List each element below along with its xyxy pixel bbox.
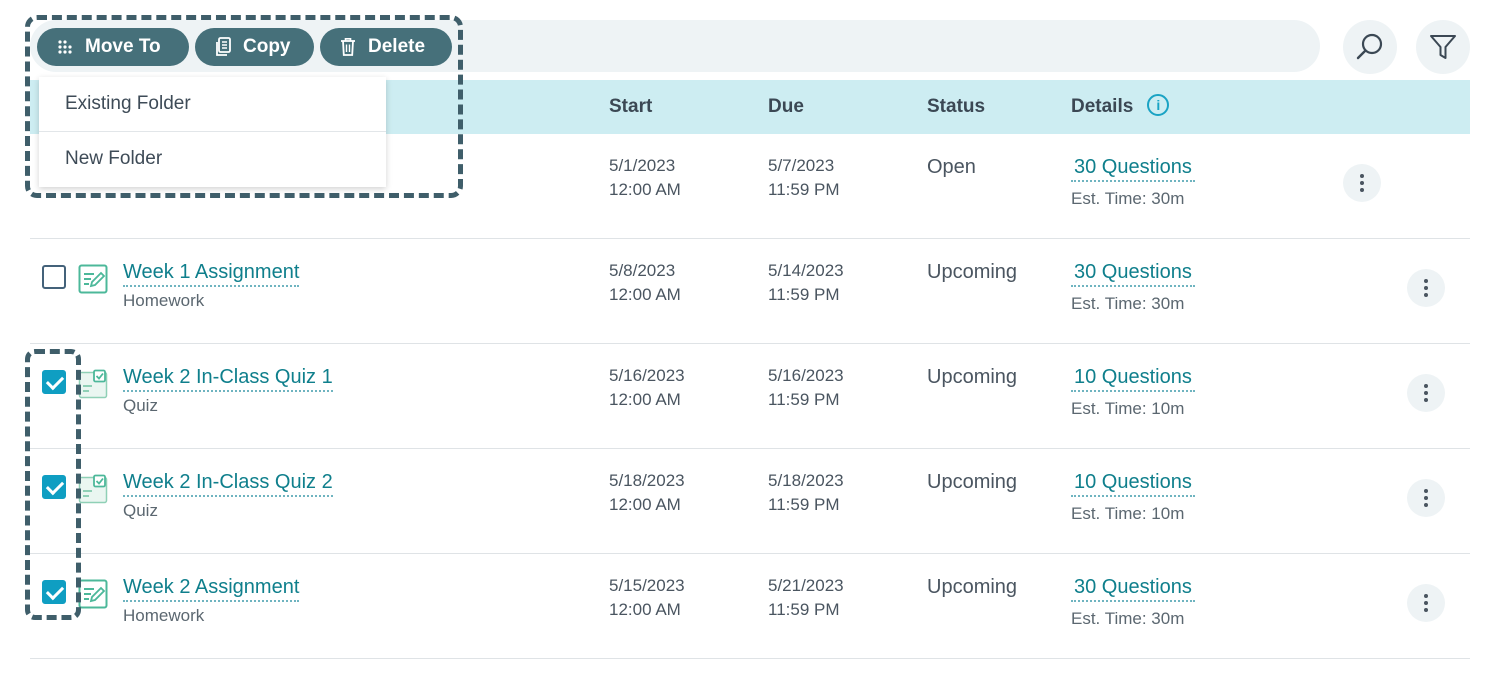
estimated-time: Est. Time: 10m [1071,504,1185,523]
start-datetime: 5/15/2023 12:00 AM [609,574,685,622]
column-header-details-label: Details [1071,96,1134,117]
estimated-time: Est. Time: 30m [1071,294,1185,313]
start-datetime: 5/18/2023 12:00 AM [609,469,685,517]
estimated-time: Est. Time: 30m [1071,189,1185,208]
info-icon[interactable]: i [1147,93,1170,116]
due-date: 5/14/2023 [768,261,844,280]
quiz-icon [78,369,108,399]
estimated-time: Est. Time: 30m [1071,609,1185,628]
questions-link[interactable]: 30 Questions [1071,261,1195,287]
more-vertical-icon[interactable] [1407,479,1445,517]
start-date: 5/8/2023 [609,261,676,280]
assignment-type: Quiz [123,501,158,520]
copy-icon [213,37,233,57]
table-row: Week 1 Assignment Homework 5/8/2023 12:00… [30,239,1470,344]
start-time: 12:00 AM [609,495,681,514]
filter-icon [1430,35,1456,59]
status-text: Upcoming [927,471,1018,493]
start-date: 5/15/2023 [609,576,685,595]
due-time: 11:59 PM [768,390,840,409]
assignment-type: Homework [123,291,205,310]
column-header-due[interactable]: Due [768,80,804,134]
move-to-dropdown: Existing Folder New Folder [39,77,386,187]
homework-icon [78,264,108,294]
more-vertical-icon[interactable] [1343,164,1381,202]
start-datetime: 5/16/2023 12:00 AM [609,364,685,412]
questions-link[interactable]: 10 Questions [1071,366,1195,392]
trash-icon [338,37,358,57]
questions-link[interactable]: 30 Questions [1071,156,1195,182]
copy-button[interactable]: Copy [195,28,314,66]
due-time: 11:59 PM [768,285,840,304]
search-icon [1356,33,1383,60]
due-datetime: 5/18/2023 11:59 PM [768,469,844,517]
due-datetime: 5/7/2023 11:59 PM [768,154,840,202]
assignment-title-link[interactable]: Week 2 In-Class Quiz 1 [123,366,333,392]
start-date: 5/16/2023 [609,366,685,385]
row-checkbox[interactable] [42,580,66,604]
assignment-title-link[interactable]: Week 2 Assignment [123,576,300,602]
status-text: Upcoming [927,576,1018,598]
due-date: 5/16/2023 [768,366,844,385]
move-to-button[interactable]: Move To [37,28,189,66]
questions-link[interactable]: 10 Questions [1071,471,1195,497]
homework-icon [78,579,108,609]
row-checkbox[interactable] [42,370,66,394]
assignment-type: Homework [123,606,205,625]
start-time: 12:00 AM [609,600,681,619]
table-row: Week 2 In-Class Quiz 1 Quiz 5/16/2023 12:… [30,344,1470,449]
table-row: Week 2 Assignment Homework 5/15/2023 12:0… [30,554,1470,659]
delete-label: Delete [368,36,426,57]
due-datetime: 5/21/2023 11:59 PM [768,574,844,622]
status-text: Upcoming [927,366,1018,388]
due-time: 11:59 PM [768,180,840,199]
due-date: 5/18/2023 [768,471,844,490]
due-date: 5/21/2023 [768,576,844,595]
more-vertical-icon[interactable] [1407,269,1445,307]
more-vertical-icon[interactable] [1407,374,1445,412]
estimated-time: Est. Time: 10m [1071,399,1185,418]
move-to-label: Move To [85,36,161,57]
status-text: Open [927,156,976,178]
table-row: Week 2 In-Class Quiz 2 Quiz 5/18/2023 12:… [30,449,1470,554]
start-date: 5/1/2023 [609,156,676,175]
due-date: 5/7/2023 [768,156,835,175]
questions-link[interactable]: 30 Questions [1071,576,1195,602]
quiz-icon [78,474,108,504]
start-time: 12:00 AM [609,390,681,409]
assignment-title-link[interactable]: Week 1 Assignment [123,261,300,287]
menu-item-existing-folder[interactable]: Existing Folder [39,77,386,131]
column-header-status[interactable]: Status [927,80,985,134]
status-text: Upcoming [927,261,1018,283]
due-time: 11:59 PM [768,600,840,619]
row-checkbox[interactable] [42,475,66,499]
copy-label: Copy [243,36,291,57]
column-header-details: Details i [1071,80,1170,134]
delete-button[interactable]: Delete [320,28,452,66]
filter-button[interactable] [1416,20,1470,74]
menu-item-new-folder[interactable]: New Folder [39,131,386,185]
start-time: 12:00 AM [609,180,681,199]
bulk-action-toolbar: Move To Copy Delete [37,28,452,66]
start-datetime: 5/8/2023 12:00 AM [609,259,681,307]
due-datetime: 5/16/2023 11:59 PM [768,364,844,412]
start-datetime: 5/1/2023 12:00 AM [609,154,681,202]
more-vertical-icon[interactable] [1407,584,1445,622]
assignment-type: Quiz [123,396,158,415]
due-time: 11:59 PM [768,495,840,514]
drag-dots-icon [55,37,75,57]
row-checkbox[interactable] [42,265,66,289]
search-button[interactable] [1343,20,1397,74]
assignment-title-link[interactable]: Week 2 In-Class Quiz 2 [123,471,333,497]
due-datetime: 5/14/2023 11:59 PM [768,259,844,307]
start-time: 12:00 AM [609,285,681,304]
start-date: 5/18/2023 [609,471,685,490]
column-header-start[interactable]: Start [609,80,652,134]
